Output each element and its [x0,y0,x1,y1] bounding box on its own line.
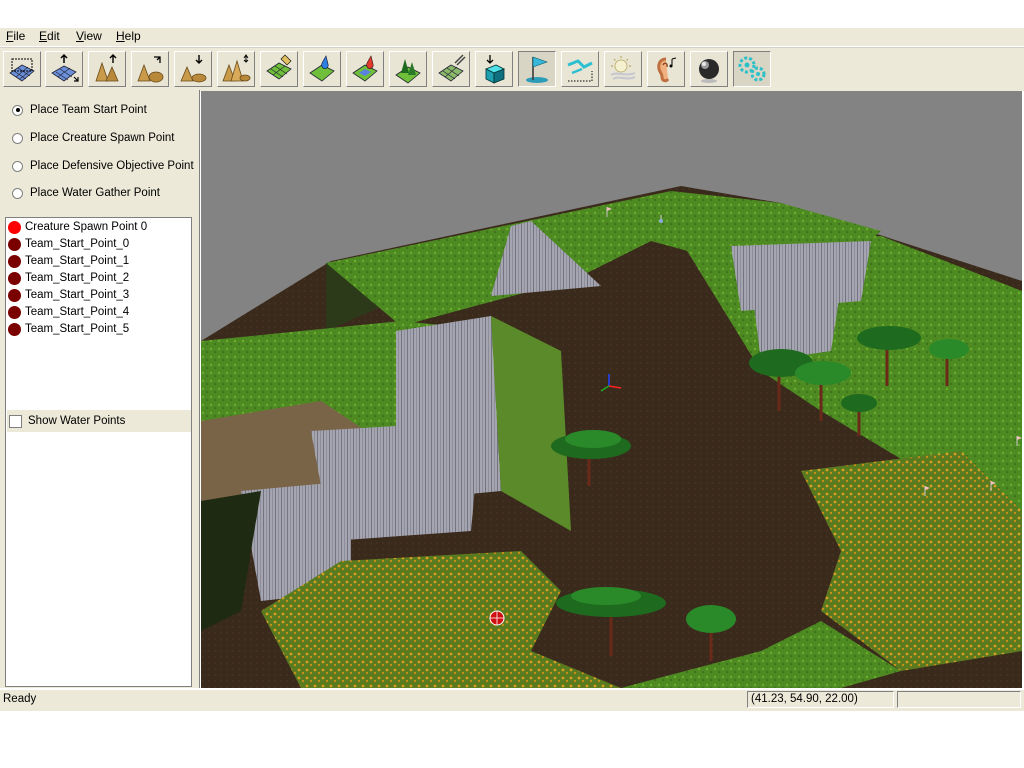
list-item[interactable]: Team_Start_Point_2 [8,270,129,286]
place-object-button[interactable] [475,51,513,87]
cursor-coordinates: (41.23, 54.90, 22.00) [747,691,894,708]
radio-place-water-gather[interactable]: Place Water Gather Point [12,184,160,202]
path-waypoint-button[interactable] [561,51,599,87]
radio-label: Place Water Gather Point [30,187,160,199]
sphere-material-button[interactable] [690,51,728,87]
lava-paint-icon [352,55,378,82]
sphere-material-icon [699,59,719,83]
radio-button[interactable] [12,132,23,144]
list-item[interactable]: Team_Start_Point_5 [8,321,129,337]
status-bar: Ready (41.23, 54.90, 22.00) [0,689,1024,711]
place-trees-icon [395,59,421,84]
status-pane-empty [897,691,1021,708]
raise-terrain-button[interactable] [88,51,126,87]
toolbar [0,47,1024,91]
list-item[interactable]: Team_Start_Point_1 [8,253,129,269]
show-water-label: Show Water Points [28,415,126,427]
terrain-cliff-right-lower [751,281,841,361]
lighting-fog-button[interactable] [604,51,642,87]
point-marker-icon [8,271,21,285]
radio-place-team-start[interactable]: Place Team Start Point [12,101,147,119]
path-waypoint-icon [567,59,593,82]
status-text: Ready [3,693,37,705]
raise-terrain-icon [95,54,119,82]
select-grid-button[interactable] [3,51,41,87]
list-item-label: Creature Spawn Point 0 [25,221,148,233]
radio-label: Place Team Start Point [30,104,147,116]
point-marker-icon [8,254,21,268]
list-item[interactable]: Team_Start_Point_4 [8,304,129,320]
radio-label: Place Creature Spawn Point [30,132,175,144]
lower-terrain-button[interactable] [174,51,212,87]
list-item[interactable]: Team_Start_Point_3 [8,287,129,303]
show-water-checkbox[interactable] [9,414,22,428]
place-trees-button[interactable] [389,51,427,87]
settings-gears-icon [738,56,766,82]
radio-button[interactable] [12,160,23,172]
rotate-terrain-button[interactable] [131,51,169,87]
left-panel: Place Team Start Point Place Creature Sp… [0,90,200,688]
title-bar-strip [0,0,1024,28]
lava-paint-button[interactable] [346,51,384,87]
radio-button[interactable] [12,187,23,199]
paint-texture-icon [266,54,292,80]
list-item-label: Team_Start_Point_5 [25,323,130,335]
list-item-label: Team_Start_Point_3 [25,289,130,301]
lighting-fog-icon [610,56,636,80]
paint-texture-button[interactable] [260,51,298,87]
point-marker-icon [8,220,21,234]
menu-help[interactable]: Help [116,29,141,43]
water-paint-button[interactable] [303,51,341,87]
place-flag-icon [526,56,548,83]
smooth-terrain-button[interactable] [217,51,255,87]
move-grid-button[interactable] [45,51,83,87]
place-object-icon [485,55,505,84]
rotate-terrain-icon [137,56,164,83]
point-marker-icon [8,305,21,319]
menu-edit[interactable]: Edit [39,29,60,43]
lower-terrain-icon [180,55,207,83]
place-flag-button[interactable] [518,51,556,87]
radio-button-checked[interactable] [12,104,23,116]
list-item[interactable]: Creature Spawn Point 0 [8,219,147,235]
point-marker-icon [8,322,21,336]
settings-gears-button[interactable] [733,51,771,87]
terrain-3d-viewport[interactable] [201,91,1022,688]
terrain-scene [201,186,1022,688]
point-marker-icon [8,237,21,251]
list-item-label: Team_Start_Point_2 [25,272,130,284]
radio-label: Place Defensive Objective Point [30,160,194,172]
ear-sound-button[interactable] [647,51,685,87]
show-water-points-toggle[interactable]: Show Water Points [7,410,191,432]
radio-place-creature-spawn[interactable]: Place Creature Spawn Point [12,129,174,147]
ear-sound-icon [657,57,677,83]
erase-objects-icon [438,54,466,82]
list-item-label: Team_Start_Point_0 [25,238,130,250]
water-paint-icon [309,55,335,82]
erase-objects-button[interactable] [432,51,470,87]
menu-view[interactable]: View [76,29,102,43]
list-item-label: Team_Start_Point_4 [25,306,130,318]
radio-place-defensive-objective[interactable]: Place Defensive Objective Point [12,157,194,175]
point-list[interactable]: Creature Spawn Point 0 Team_Start_Point_… [5,217,192,687]
list-item-label: Team_Start_Point_1 [25,255,130,267]
spawn-point-marker-icon[interactable] [489,610,505,626]
point-marker-icon [8,288,21,302]
smooth-terrain-icon [222,54,251,82]
menu-bar: File Edit View Help [0,28,1024,47]
menu-file[interactable]: File [6,29,25,43]
select-grid-icon [9,58,35,82]
list-item[interactable]: Team_Start_Point_0 [8,236,129,252]
move-grid-icon [51,53,79,82]
